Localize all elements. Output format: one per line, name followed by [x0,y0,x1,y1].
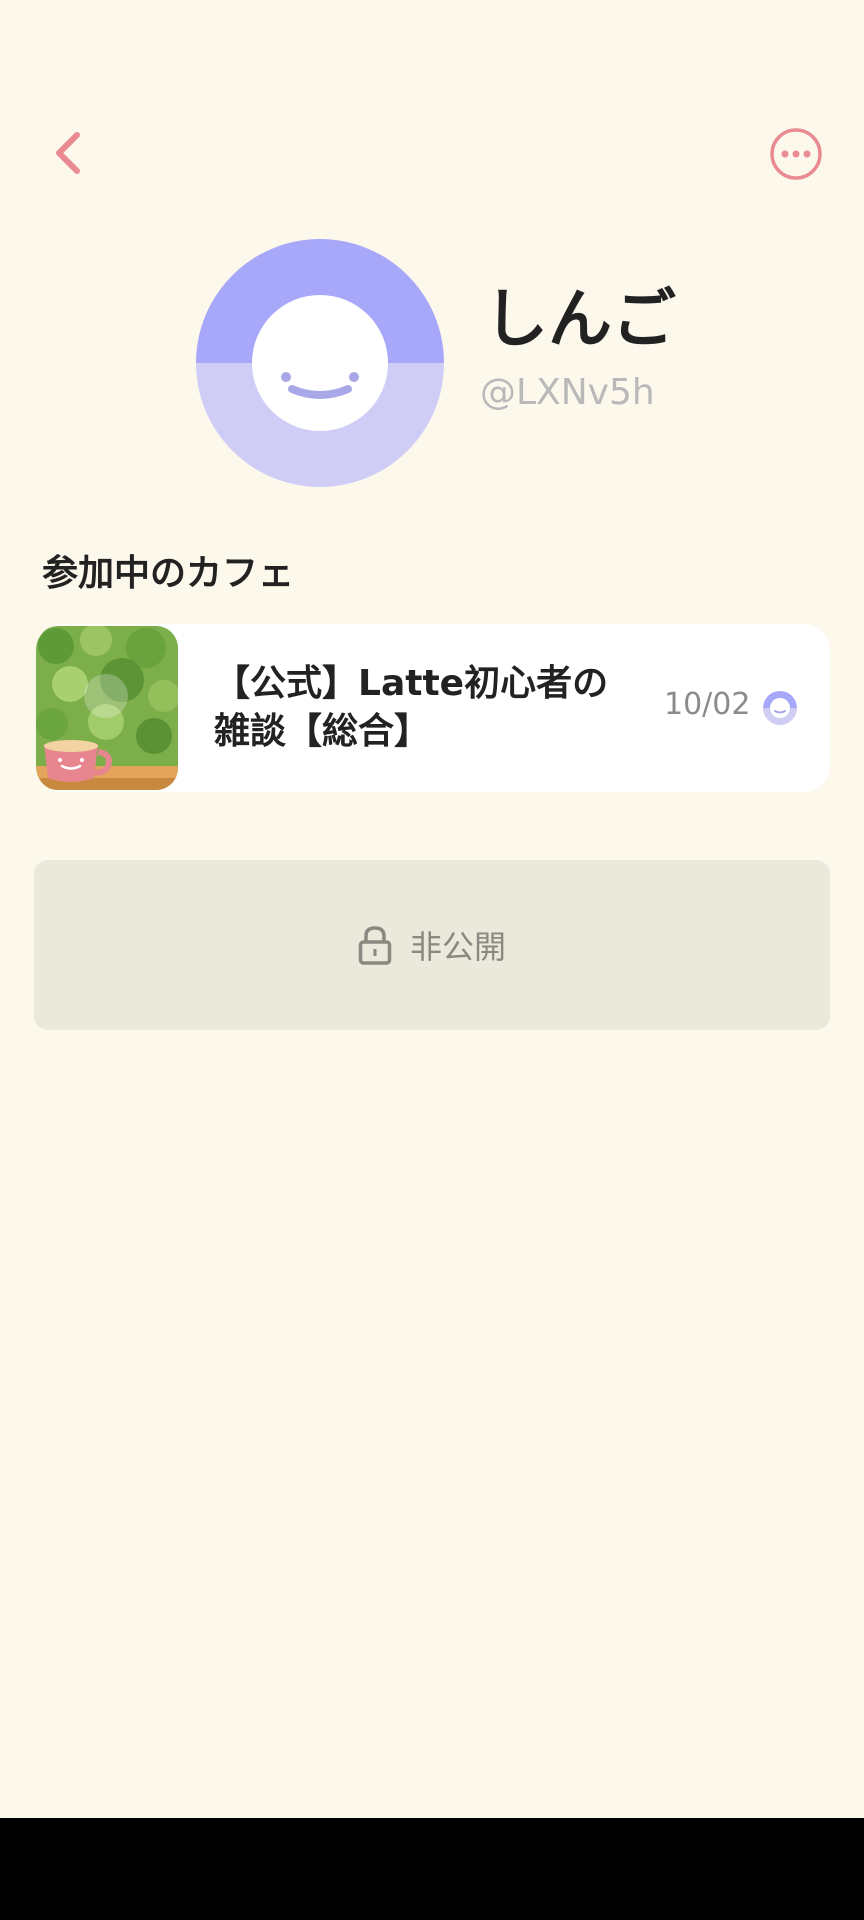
chevron-left-icon [56,132,80,174]
section-title: 参加中のカフェ [42,553,295,594]
lock-icon [358,926,392,965]
cafe-list-item[interactable]: 【公式】Latte初心者の 雑談【総合】 10/02 [36,624,830,792]
system-navigation-bar [0,1818,864,1920]
more-horizontal-circle-icon [770,128,822,180]
cafe-name: 【公式】Latte初心者の 雑談【総合】 [214,660,644,756]
display-name: しんご [484,283,676,357]
coffee-cup-on-leaves-image [36,626,178,790]
private-notice-content: 非公開 [358,922,506,968]
cafe-thumbnail [36,626,178,790]
back-button[interactable] [40,118,96,188]
user-handle: @LXNv5h [480,372,655,413]
smiley-face-avatar-icon [763,691,797,725]
private-notice: 非公開 [34,860,830,1030]
cafe-name-line1: 【公式】Latte初心者の [214,663,609,704]
smiley-face-icon [281,372,359,399]
cafe-name-line2: 雑談【総合】 [214,711,431,752]
cafe-date: 10/02 [664,687,751,722]
cafe-member-avatar [762,690,798,726]
avatar-face [252,295,388,431]
more-options-button[interactable] [768,126,824,182]
profile-avatar[interactable] [196,239,444,487]
private-label: 非公開 [409,928,506,966]
